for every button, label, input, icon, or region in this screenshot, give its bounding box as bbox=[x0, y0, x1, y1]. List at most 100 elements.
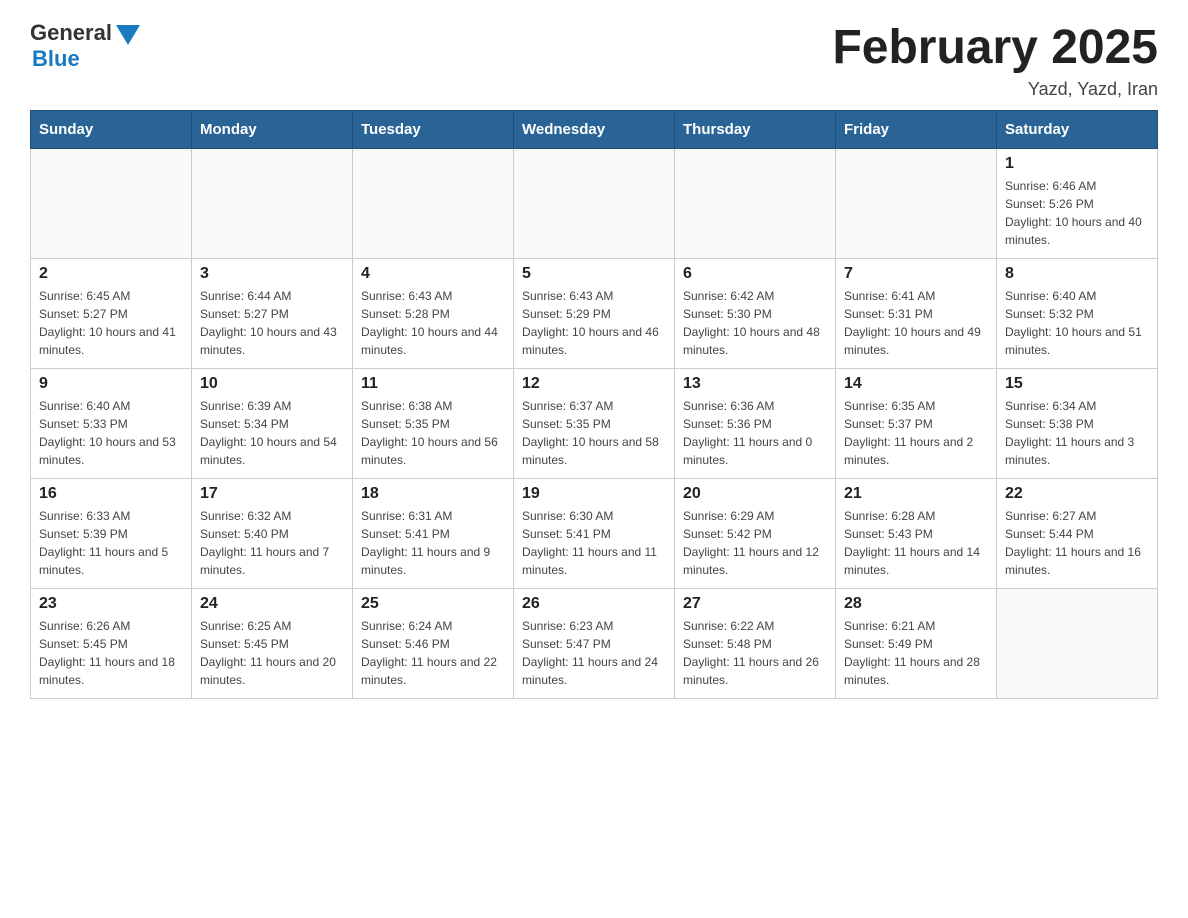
day-info: Sunrise: 6:34 AMSunset: 5:38 PMDaylight:… bbox=[1005, 397, 1149, 469]
calendar-cell: 4 Sunrise: 6:43 AMSunset: 5:28 PMDaylight… bbox=[353, 259, 514, 369]
calendar-cell: 27 Sunrise: 6:22 AMSunset: 5:48 PMDayligh… bbox=[675, 589, 836, 699]
day-number: 13 bbox=[683, 375, 827, 393]
day-info: Sunrise: 6:36 AMSunset: 5:36 PMDaylight:… bbox=[683, 397, 827, 469]
calendar-cell bbox=[675, 149, 836, 259]
calendar-header-tuesday: Tuesday bbox=[353, 111, 514, 149]
day-info: Sunrise: 6:28 AMSunset: 5:43 PMDaylight:… bbox=[844, 507, 988, 579]
calendar-cell: 25 Sunrise: 6:24 AMSunset: 5:46 PMDayligh… bbox=[353, 589, 514, 699]
day-number: 18 bbox=[361, 485, 505, 503]
calendar-cell: 21Sunrise: 6:28 AMSunset: 5:43 PMDayligh… bbox=[836, 479, 997, 589]
day-number: 7 bbox=[844, 265, 988, 283]
day-info: Sunrise: 6:29 AMSunset: 5:42 PMDaylight:… bbox=[683, 507, 827, 579]
calendar-header-thursday: Thursday bbox=[675, 111, 836, 149]
calendar-cell: 28 Sunrise: 6:21 AMSunset: 5:49 PMDayligh… bbox=[836, 589, 997, 699]
calendar-cell bbox=[31, 149, 192, 259]
calendar-cell bbox=[997, 589, 1158, 699]
day-info: Sunrise: 6:45 AMSunset: 5:27 PMDaylight:… bbox=[39, 287, 183, 359]
calendar-cell: 22Sunrise: 6:27 AMSunset: 5:44 PMDayligh… bbox=[997, 479, 1158, 589]
calendar-cell: 24 Sunrise: 6:25 AMSunset: 5:45 PMDayligh… bbox=[192, 589, 353, 699]
day-number: 6 bbox=[683, 265, 827, 283]
day-info: Sunrise: 6:44 AMSunset: 5:27 PMDaylight:… bbox=[200, 287, 344, 359]
day-number: 3 bbox=[200, 265, 344, 283]
calendar-week-row-5: 23Sunrise: 6:26 AMSunset: 5:45 PMDayligh… bbox=[31, 589, 1158, 699]
location-text: Yazd, Yazd, Iran bbox=[832, 79, 1158, 100]
calendar-cell: 3 Sunrise: 6:44 AMSunset: 5:27 PMDaylight… bbox=[192, 259, 353, 369]
day-info: Sunrise: 6:22 AMSunset: 5:48 PMDaylight:… bbox=[683, 617, 827, 689]
calendar-cell: 12 Sunrise: 6:37 AMSunset: 5:35 PMDayligh… bbox=[514, 369, 675, 479]
day-info: Sunrise: 6:26 AMSunset: 5:45 PMDaylight:… bbox=[39, 617, 183, 689]
calendar-cell: 26 Sunrise: 6:23 AMSunset: 5:47 PMDayligh… bbox=[514, 589, 675, 699]
day-number: 14 bbox=[844, 375, 988, 393]
calendar-cell: 15 Sunrise: 6:34 AMSunset: 5:38 PMDayligh… bbox=[997, 369, 1158, 479]
calendar-header-friday: Friday bbox=[836, 111, 997, 149]
day-number: 27 bbox=[683, 595, 827, 613]
day-info: Sunrise: 6:23 AMSunset: 5:47 PMDaylight:… bbox=[522, 617, 666, 689]
day-info: Sunrise: 6:39 AMSunset: 5:34 PMDaylight:… bbox=[200, 397, 344, 469]
page-header: General Blue February 2025 Yazd, Yazd, I… bbox=[30, 20, 1158, 100]
day-info: Sunrise: 6:43 AMSunset: 5:29 PMDaylight:… bbox=[522, 287, 666, 359]
calendar-cell: 9Sunrise: 6:40 AMSunset: 5:33 PMDaylight… bbox=[31, 369, 192, 479]
day-number: 11 bbox=[361, 375, 505, 393]
calendar-cell: 16 Sunrise: 6:33 AMSunset: 5:39 PMDayligh… bbox=[31, 479, 192, 589]
logo-blue-text: Blue bbox=[32, 46, 80, 72]
day-info: Sunrise: 6:21 AMSunset: 5:49 PMDaylight:… bbox=[844, 617, 988, 689]
day-number: 28 bbox=[844, 595, 988, 613]
day-info: Sunrise: 6:43 AMSunset: 5:28 PMDaylight:… bbox=[361, 287, 505, 359]
calendar-header-wednesday: Wednesday bbox=[514, 111, 675, 149]
calendar-cell: 10 Sunrise: 6:39 AMSunset: 5:34 PMDayligh… bbox=[192, 369, 353, 479]
day-info: Sunrise: 6:46 AMSunset: 5:26 PMDaylight:… bbox=[1005, 177, 1149, 249]
calendar-cell: 5 Sunrise: 6:43 AMSunset: 5:29 PMDaylight… bbox=[514, 259, 675, 369]
day-info: Sunrise: 6:30 AMSunset: 5:41 PMDaylight:… bbox=[522, 507, 666, 579]
title-area: February 2025 Yazd, Yazd, Iran bbox=[832, 20, 1158, 100]
day-number: 15 bbox=[1005, 375, 1149, 393]
calendar-week-row-3: 9Sunrise: 6:40 AMSunset: 5:33 PMDaylight… bbox=[31, 369, 1158, 479]
calendar-cell bbox=[353, 149, 514, 259]
day-number: 20 bbox=[683, 485, 827, 503]
calendar-header-row: SundayMondayTuesdayWednesdayThursdayFrid… bbox=[31, 111, 1158, 149]
calendar-table: SundayMondayTuesdayWednesdayThursdayFrid… bbox=[30, 110, 1158, 699]
day-number: 1 bbox=[1005, 155, 1149, 173]
day-number: 2 bbox=[39, 265, 183, 283]
calendar-header-sunday: Sunday bbox=[31, 111, 192, 149]
calendar-header-monday: Monday bbox=[192, 111, 353, 149]
day-number: 4 bbox=[361, 265, 505, 283]
day-number: 10 bbox=[200, 375, 344, 393]
day-info: Sunrise: 6:37 AMSunset: 5:35 PMDaylight:… bbox=[522, 397, 666, 469]
calendar-cell: 2 Sunrise: 6:45 AMSunset: 5:27 PMDaylight… bbox=[31, 259, 192, 369]
calendar-week-row-4: 16 Sunrise: 6:33 AMSunset: 5:39 PMDayligh… bbox=[31, 479, 1158, 589]
logo: General Blue bbox=[30, 20, 140, 72]
day-info: Sunrise: 6:25 AMSunset: 5:45 PMDaylight:… bbox=[200, 617, 344, 689]
calendar-cell: 7 Sunrise: 6:41 AMSunset: 5:31 PMDaylight… bbox=[836, 259, 997, 369]
day-number: 26 bbox=[522, 595, 666, 613]
logo-triangle-icon bbox=[116, 25, 140, 45]
day-info: Sunrise: 6:33 AMSunset: 5:39 PMDaylight:… bbox=[39, 507, 183, 579]
day-number: 5 bbox=[522, 265, 666, 283]
day-info: Sunrise: 6:31 AMSunset: 5:41 PMDaylight:… bbox=[361, 507, 505, 579]
logo-general-text: General bbox=[30, 20, 112, 46]
calendar-cell bbox=[836, 149, 997, 259]
day-number: 8 bbox=[1005, 265, 1149, 283]
day-info: Sunrise: 6:42 AMSunset: 5:30 PMDaylight:… bbox=[683, 287, 827, 359]
calendar-cell: 20 Sunrise: 6:29 AMSunset: 5:42 PMDayligh… bbox=[675, 479, 836, 589]
day-number: 17 bbox=[200, 485, 344, 503]
calendar-cell bbox=[514, 149, 675, 259]
calendar-cell: 1 Sunrise: 6:46 AMSunset: 5:26 PMDaylight… bbox=[997, 149, 1158, 259]
day-number: 16 bbox=[39, 485, 183, 503]
calendar-week-row-2: 2 Sunrise: 6:45 AMSunset: 5:27 PMDaylight… bbox=[31, 259, 1158, 369]
day-number: 22 bbox=[1005, 485, 1149, 503]
calendar-cell: 6 Sunrise: 6:42 AMSunset: 5:30 PMDaylight… bbox=[675, 259, 836, 369]
calendar-cell: 11Sunrise: 6:38 AMSunset: 5:35 PMDayligh… bbox=[353, 369, 514, 479]
day-number: 9 bbox=[39, 375, 183, 393]
calendar-cell: 13 Sunrise: 6:36 AMSunset: 5:36 PMDayligh… bbox=[675, 369, 836, 479]
day-info: Sunrise: 6:24 AMSunset: 5:46 PMDaylight:… bbox=[361, 617, 505, 689]
calendar-cell: 23Sunrise: 6:26 AMSunset: 5:45 PMDayligh… bbox=[31, 589, 192, 699]
calendar-cell bbox=[192, 149, 353, 259]
day-info: Sunrise: 6:41 AMSunset: 5:31 PMDaylight:… bbox=[844, 287, 988, 359]
day-number: 24 bbox=[200, 595, 344, 613]
calendar-header-saturday: Saturday bbox=[997, 111, 1158, 149]
calendar-cell: 17 Sunrise: 6:32 AMSunset: 5:40 PMDayligh… bbox=[192, 479, 353, 589]
day-info: Sunrise: 6:40 AMSunset: 5:32 PMDaylight:… bbox=[1005, 287, 1149, 359]
day-info: Sunrise: 6:32 AMSunset: 5:40 PMDaylight:… bbox=[200, 507, 344, 579]
day-number: 25 bbox=[361, 595, 505, 613]
day-number: 12 bbox=[522, 375, 666, 393]
